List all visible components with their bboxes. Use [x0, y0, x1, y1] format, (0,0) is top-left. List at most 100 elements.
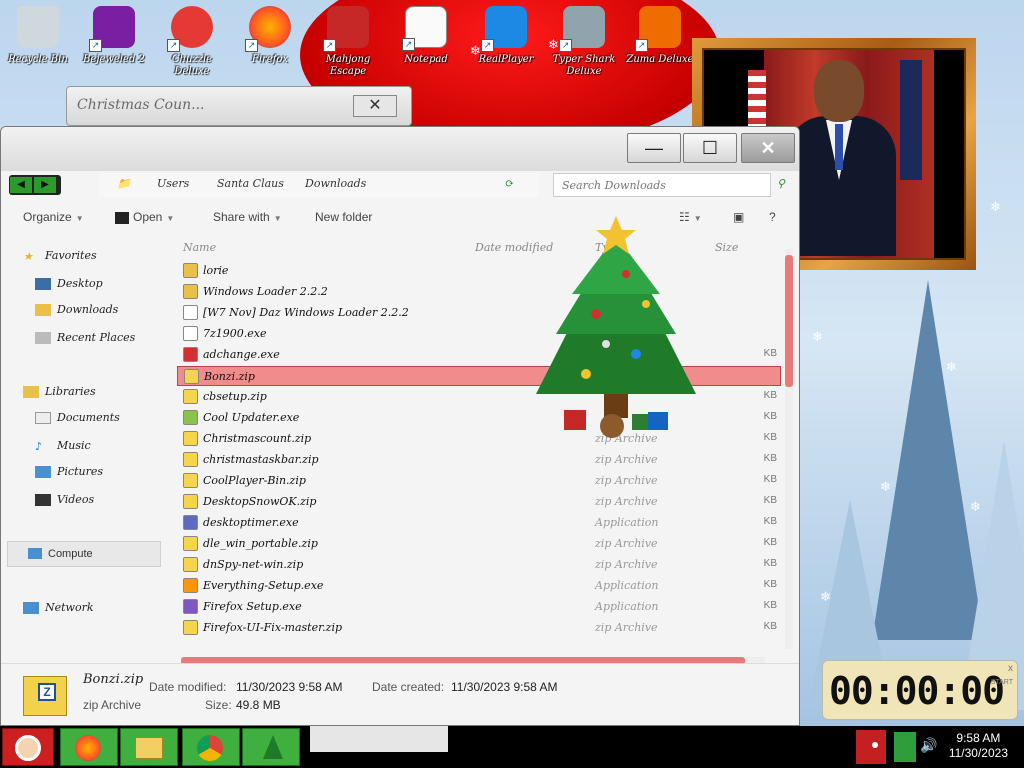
refresh-icon[interactable]: ⟳	[505, 177, 514, 190]
file-type-icon	[183, 473, 198, 488]
nav-computer[interactable]: Compute	[7, 541, 161, 567]
file-type-icon	[183, 431, 198, 446]
libraries-icon	[23, 386, 39, 398]
desktop-icon-notepad[interactable]: ↗ Notepad	[388, 6, 464, 66]
file-row[interactable]: CoolPlayer-Bin.zip zip Archive KB	[177, 471, 781, 491]
share-with-button[interactable]: Share with ▼	[213, 210, 282, 224]
file-type: zip Archive	[595, 537, 658, 550]
nav-documents[interactable]: Documents	[35, 411, 120, 424]
new-folder-button[interactable]: New folder	[315, 210, 372, 224]
system-clock[interactable]: 9:58 AM 11/30/2023	[949, 731, 1008, 761]
firefox-icon: ↗	[245, 6, 291, 52]
file-type: zip Archive	[595, 558, 658, 571]
desktop-icon-typer-shark[interactable]: ↗ Typer Shark Deluxe	[546, 6, 622, 78]
file-size: KB	[763, 579, 777, 590]
file-size: KB	[763, 474, 777, 485]
file-row[interactable]: dle_win_portable.zip zip Archive KB	[177, 534, 781, 554]
start-button[interactable]	[2, 728, 54, 766]
music-note-icon: ♪	[35, 440, 43, 453]
file-type-icon	[183, 305, 198, 320]
clock-date: 11/30/2023	[948, 746, 1008, 760]
desktop-icon-recycle-bin[interactable]: Recycle Bin	[0, 6, 76, 66]
desktop-icon-chuzzle[interactable]: ↗ Chuzzle Deluxe	[154, 6, 230, 78]
close-button[interactable]: ✕	[741, 133, 795, 163]
file-row[interactable]: desktoptimer.exe Application KB	[177, 513, 781, 533]
file-name: DesktopSnowOK.zip	[203, 495, 317, 508]
tray-show-hidden[interactable]	[856, 730, 886, 764]
desktop-icon-mahjong[interactable]: ↗ Mahjong Escape	[310, 6, 386, 78]
bejeweled-icon: ↗	[89, 6, 135, 52]
file-name: desktoptimer.exe	[203, 516, 299, 529]
file-type-icon	[183, 494, 198, 509]
christmas-tree-icon	[263, 735, 283, 759]
desktop-icon-realplayer[interactable]: ↗ RealPlayer	[468, 6, 544, 66]
search-box[interactable]	[553, 173, 771, 197]
breadcrumb-users[interactable]: Users	[157, 177, 189, 190]
file-type-icon	[183, 515, 198, 530]
taskbar-christmas-tree[interactable]	[242, 728, 300, 766]
network-tray-icon[interactable]	[894, 732, 916, 762]
maximize-button[interactable]: ☐	[683, 133, 737, 163]
column-size[interactable]: Size	[715, 241, 738, 254]
scroll-thumb[interactable]	[785, 255, 793, 387]
organize-button[interactable]: Organize ▼	[23, 210, 84, 224]
pictures-icon	[35, 466, 51, 478]
preview-pane-icon[interactable]: ▣	[733, 210, 744, 224]
computer-icon	[28, 548, 42, 559]
file-type: zip Archive	[595, 453, 658, 466]
desktop-icon-firefox[interactable]: ↗ Firefox	[232, 6, 308, 66]
file-row[interactable]: Firefox Setup.exe Application KB	[177, 597, 781, 617]
videos-icon	[35, 494, 51, 506]
file-row[interactable]: Everything-Setup.exe Application KB	[177, 576, 781, 596]
timer-close-button[interactable]: x	[1008, 663, 1013, 674]
taskbar: 🔊 9:58 AM 11/30/2023	[0, 726, 1024, 768]
breadcrumb-downloads[interactable]: Downloads	[305, 177, 366, 190]
file-type-icon	[183, 578, 198, 593]
christmas-countdown-window[interactable]: Christmas Coun... ✕	[66, 86, 412, 126]
nav-recent-places[interactable]: Recent Places	[35, 331, 135, 344]
file-row[interactable]: DesktopSnowOK.zip zip Archive KB	[177, 492, 781, 512]
address-bar[interactable]: 📁 Users Santa Claus Downloads ⟳	[99, 173, 539, 197]
volume-icon[interactable]: 🔊	[920, 737, 937, 754]
christmas-tree-overlay[interactable]	[516, 214, 716, 444]
help-icon[interactable]: ?	[769, 210, 776, 224]
nav-music[interactable]: ♪ Music	[35, 439, 91, 453]
file-type-icon	[183, 284, 198, 299]
taskbar-file-explorer[interactable]	[120, 728, 178, 766]
file-row[interactable]: Firefox-UI-Fix-master.zip zip Archive KB	[177, 618, 781, 638]
taskbar-chrome[interactable]	[182, 728, 240, 766]
timer-display: 00:00:00	[829, 669, 1005, 713]
forward-arrow-icon[interactable]: ▶	[34, 177, 56, 193]
vertical-scrollbar[interactable]	[785, 249, 793, 649]
nav-favorites[interactable]: ★ Favorites	[23, 249, 97, 263]
minimize-button[interactable]: —	[627, 133, 681, 163]
breadcrumb-santa-claus[interactable]: Santa Claus	[217, 177, 284, 190]
date-created-value: 11/30/2023 9:58 AM	[451, 680, 558, 694]
search-icon[interactable]: ⚲	[777, 177, 785, 190]
file-row[interactable]: christmastaskbar.zip zip Archive KB	[177, 450, 781, 470]
network-icon	[23, 602, 39, 614]
nav-videos[interactable]: Videos	[35, 493, 94, 506]
desktop-icon-zuma[interactable]: ↗ Zuma Deluxe	[622, 6, 698, 66]
column-name[interactable]: Name	[183, 241, 216, 254]
desktop-icon-bejeweled[interactable]: ↗ Bejeweled 2	[76, 6, 152, 66]
file-name: Firefox-UI-Fix-master.zip	[203, 621, 343, 634]
file-name: Christmascount.zip	[203, 432, 312, 445]
timer-widget[interactable]: 00:00:00 START x	[822, 660, 1018, 720]
taskbar-firefox[interactable]	[60, 728, 118, 766]
search-input[interactable]	[554, 174, 754, 196]
file-name: Bonzi.zip	[204, 370, 255, 383]
back-arrow-icon[interactable]: ◀	[10, 177, 32, 193]
file-row[interactable]: dnSpy-net-win.zip zip Archive KB	[177, 555, 781, 575]
nav-pictures[interactable]: Pictures	[35, 465, 103, 478]
file-type: zip Archive	[595, 495, 658, 508]
nav-network[interactable]: Network	[23, 601, 94, 614]
taskbar-blank-button[interactable]	[310, 726, 448, 752]
countdown-close-button[interactable]: ✕	[353, 95, 397, 117]
timer-start-button[interactable]: START	[991, 679, 1013, 686]
nav-libraries[interactable]: Libraries	[23, 385, 96, 398]
nav-downloads[interactable]: Downloads	[35, 303, 118, 316]
nav-desktop[interactable]: Desktop	[35, 277, 103, 290]
open-button[interactable]: Open ▼	[115, 210, 174, 224]
file-type: Application	[595, 600, 659, 613]
